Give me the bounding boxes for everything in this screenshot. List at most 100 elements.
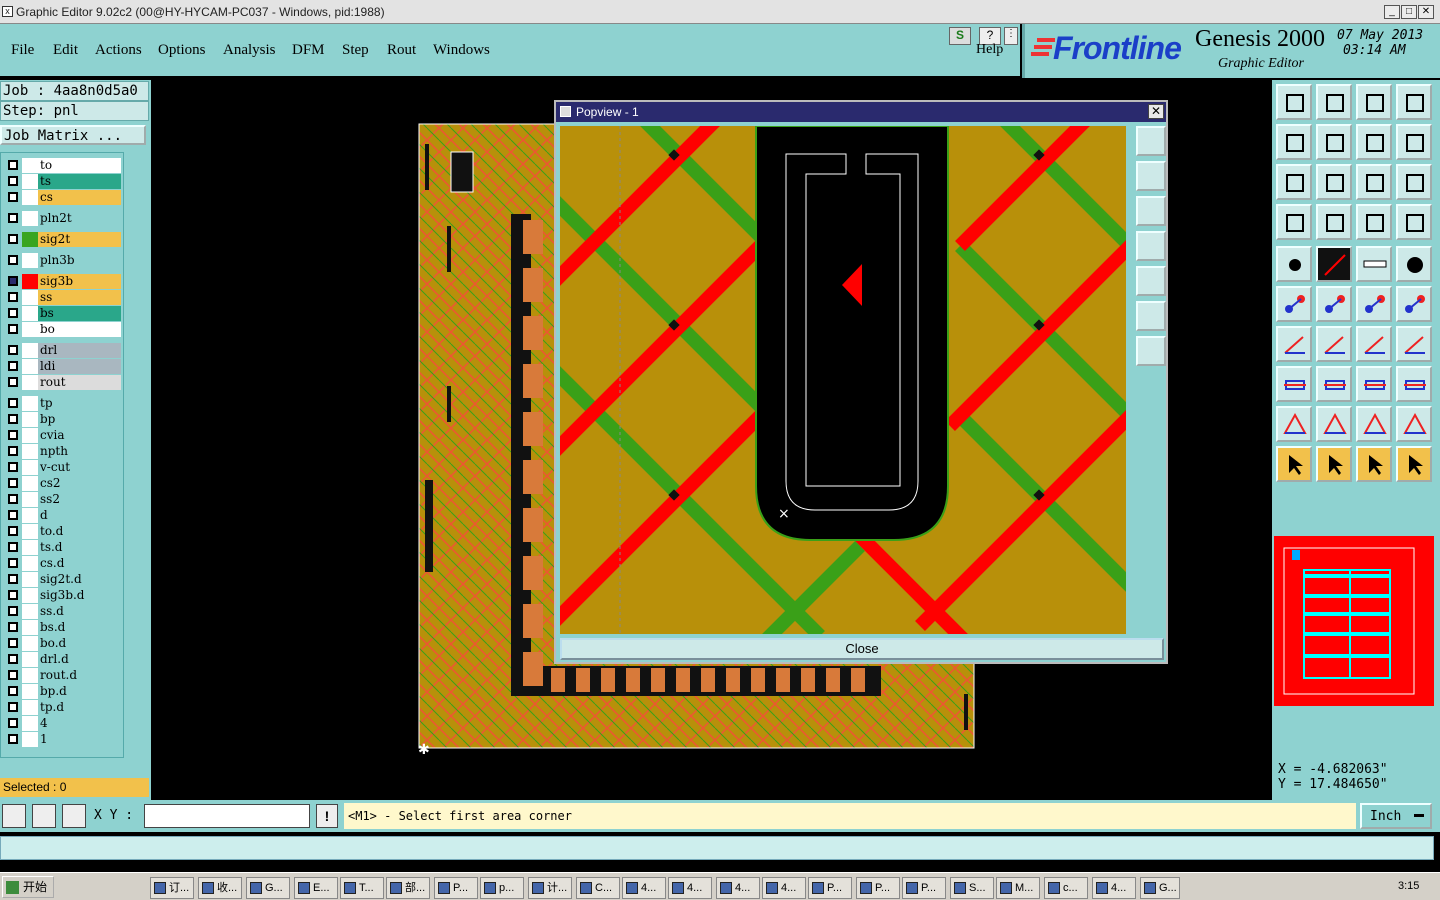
layer-color-swatch[interactable] (22, 540, 38, 555)
layer-name[interactable]: bp (38, 412, 121, 427)
layer-row-rout[interactable]: rout (5, 375, 121, 390)
zoom-center-icon[interactable] (1316, 164, 1352, 200)
popview-pan-left-icon[interactable] (1136, 231, 1166, 261)
layer-checkbox[interactable] (8, 622, 18, 632)
layer-color-swatch[interactable] (22, 306, 38, 321)
layer-checkbox[interactable] (8, 160, 18, 170)
layer-color-swatch[interactable] (22, 174, 38, 189)
line-pad2-icon[interactable] (1396, 286, 1432, 322)
job-matrix-button[interactable]: Job Matrix ... (0, 125, 146, 145)
layer-color-swatch[interactable] (22, 232, 38, 247)
cross-icon[interactable] (1316, 286, 1352, 322)
layer-color-swatch[interactable] (22, 322, 38, 337)
circle-icon[interactable] (1396, 246, 1432, 282)
layer-row-ss-d[interactable]: ss.d (5, 604, 121, 619)
layer-name[interactable]: pln3b (38, 253, 121, 268)
layer-row-sig3b-d[interactable]: sig3b.d (5, 588, 121, 603)
popview-close-icon[interactable]: ✕ (1148, 104, 1164, 119)
layer-row-cs2[interactable]: cs2 (5, 476, 121, 491)
layer-row-cvia[interactable]: cvia (5, 428, 121, 443)
menu-analysis[interactable]: Analysis (223, 42, 276, 59)
layer-row-v-cut[interactable]: v-cut (5, 460, 121, 475)
taskbar-item[interactable]: E... (294, 877, 338, 899)
layer-name[interactable]: bo (38, 322, 121, 337)
close-window-button[interactable]: ✕ (1418, 5, 1434, 19)
layer-color-swatch[interactable] (22, 588, 38, 603)
layer-color-swatch[interactable] (22, 604, 38, 619)
taskbar-item[interactable]: P... (434, 877, 478, 899)
layer-name[interactable]: ss.d (38, 604, 121, 619)
layer-checkbox[interactable] (8, 414, 18, 424)
layer-name[interactable]: to.d (38, 524, 121, 539)
layer-name[interactable]: sig2t.d (38, 572, 121, 587)
layer-name[interactable]: cs (38, 190, 121, 205)
layer-name[interactable]: sig3b.d (38, 588, 121, 603)
taskbar-item[interactable]: G... (246, 877, 290, 899)
s-icon[interactable]: S (949, 27, 971, 45)
layer-row-bs[interactable]: bs (5, 306, 121, 321)
layer-checkbox[interactable] (8, 176, 18, 186)
layer-checkbox[interactable] (8, 398, 18, 408)
triangle-b-icon[interactable] (1356, 406, 1392, 442)
layer-name[interactable]: sig2t (38, 232, 121, 247)
layer-row-sig2t-d[interactable]: sig2t.d (5, 572, 121, 587)
popview-zoom-fit-icon[interactable] (1136, 126, 1166, 156)
layer-color-swatch[interactable] (22, 668, 38, 683)
layer-name[interactable]: rout.d (38, 668, 121, 683)
taskbar-item[interactable]: P... (808, 877, 852, 899)
layer-name[interactable]: cvia (38, 428, 121, 443)
layer-row-rout-d[interactable]: rout.d (5, 668, 121, 683)
layer-row-ss[interactable]: ss (5, 290, 121, 305)
taskbar-item[interactable]: 4... (668, 877, 712, 899)
layer-name[interactable]: v-cut (38, 460, 121, 475)
layer-row-sig3b[interactable]: sig3b (5, 274, 121, 289)
layer-row-cs-d[interactable]: cs.d (5, 556, 121, 571)
alert-icon[interactable]: ! (316, 804, 338, 828)
layer-name[interactable]: 4 (38, 716, 121, 731)
window-icon[interactable] (1396, 84, 1432, 120)
taskbar-item[interactable]: M... (996, 877, 1040, 899)
layer-checkbox[interactable] (8, 446, 18, 456)
help-label[interactable]: Help (976, 42, 1003, 58)
layer-checkbox[interactable] (8, 718, 18, 728)
layer-color-swatch[interactable] (22, 253, 38, 268)
layer-row-sig2t[interactable]: sig2t (5, 232, 121, 247)
ruler-icon[interactable] (1356, 246, 1392, 282)
taskbar-item[interactable]: 计... (528, 877, 572, 899)
layer-row-4[interactable]: 4 (5, 716, 121, 731)
layer-checkbox[interactable] (8, 430, 18, 440)
line-pad-icon[interactable] (1356, 286, 1392, 322)
layer-color-swatch[interactable] (22, 190, 38, 205)
layer-color-swatch[interactable] (22, 444, 38, 459)
layer-name[interactable]: ldi (38, 359, 121, 374)
menu-edit[interactable]: Edit (53, 42, 78, 59)
layer-checkbox[interactable] (8, 192, 18, 202)
layer-color-swatch[interactable] (22, 274, 38, 289)
menu-options[interactable]: Options (158, 42, 206, 59)
pan-right-icon[interactable] (1316, 124, 1352, 160)
pan-left-icon[interactable] (1276, 124, 1312, 160)
triangle-c-icon[interactable] (1396, 406, 1432, 442)
layer-checkbox[interactable] (8, 574, 18, 584)
maximize-button[interactable]: □ (1401, 5, 1417, 19)
taskbar-item[interactable]: C... (576, 877, 620, 899)
layer-color-swatch[interactable] (22, 684, 38, 699)
group-icon[interactable] (1396, 366, 1432, 402)
layer-color-swatch[interactable] (22, 556, 38, 571)
layer-checkbox[interactable] (8, 308, 18, 318)
layer-checkbox[interactable] (8, 213, 18, 223)
minimize-button[interactable]: _ (1384, 5, 1400, 19)
pad-icon[interactable] (1276, 246, 1312, 282)
taskbar-item[interactable]: 部... (386, 877, 430, 899)
s-curve-icon[interactable] (1396, 124, 1432, 160)
layer-color-swatch[interactable] (22, 290, 38, 305)
layer-checkbox[interactable] (8, 255, 18, 265)
layer-name[interactable]: ss2 (38, 492, 121, 507)
layer-down-icon[interactable] (1316, 84, 1352, 120)
grid-icon[interactable] (1316, 204, 1352, 240)
layer-checkbox[interactable] (8, 670, 18, 680)
layer-name[interactable]: npth (38, 444, 121, 459)
menu-rout[interactable]: Rout (387, 42, 416, 59)
layer-color-swatch[interactable] (22, 460, 38, 475)
layer-color-swatch[interactable] (22, 158, 38, 173)
